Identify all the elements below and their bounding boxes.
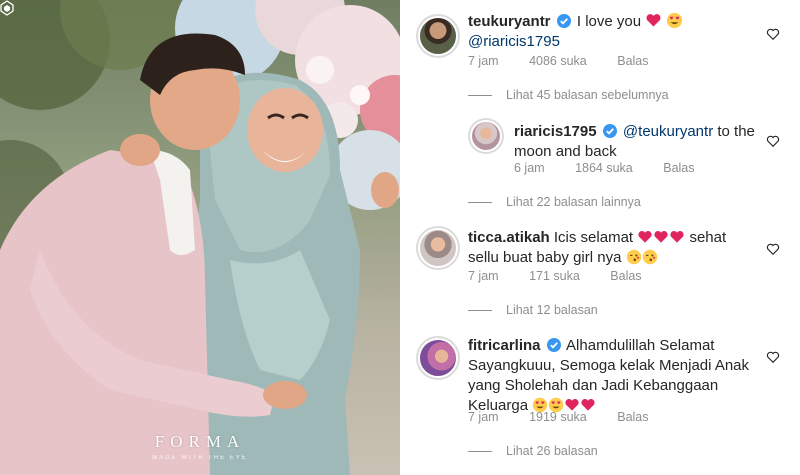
username-link[interactable]: riaricis1795 bbox=[514, 123, 597, 140]
like-count[interactable]: 1864 suka bbox=[575, 161, 633, 175]
comment-time: 7 jam bbox=[468, 410, 499, 424]
like-heart-icon[interactable] bbox=[766, 350, 780, 364]
reply-button[interactable]: Balas bbox=[610, 269, 641, 283]
avatar-ticca-atikah[interactable] bbox=[416, 226, 460, 270]
mention-link[interactable]: @teukuryantr bbox=[623, 123, 713, 140]
photo-watermark-subtitle: MADE WITH THE EYE bbox=[152, 455, 248, 461]
like-count[interactable]: 1919 suka bbox=[529, 410, 587, 424]
verified-badge-icon bbox=[602, 124, 617, 138]
comment-time: 7 jam bbox=[468, 269, 499, 283]
like-heart-icon[interactable] bbox=[766, 242, 780, 256]
reply-button[interactable]: Balas bbox=[617, 410, 648, 424]
username-link[interactable]: fitricarlina bbox=[468, 337, 541, 354]
comment-meta: 7 jam 171 suka Balas bbox=[468, 269, 669, 283]
comment-meta: 6 jam 1864 suka Balas bbox=[514, 161, 722, 175]
red-heart-emoji-icon bbox=[654, 230, 668, 243]
forma-logo-icon bbox=[0, 0, 14, 16]
comment-time: 6 jam bbox=[514, 161, 545, 175]
view-fitri-replies-link[interactable]: Lihat 26 balasan bbox=[468, 444, 598, 458]
comment-body: riaricis1795 @teukuryantr to the moon an… bbox=[514, 122, 784, 162]
red-heart-emoji-icon bbox=[638, 230, 652, 243]
comment-ticca-atikah: ticca.atikah Icis selamat sehat sellu bu… bbox=[400, 222, 800, 302]
like-heart-icon[interactable] bbox=[766, 134, 780, 148]
kiss-face-emoji-icon bbox=[642, 249, 657, 265]
verified-badge-icon bbox=[556, 14, 571, 28]
view-ticca-replies-link[interactable]: Lihat 12 balasan bbox=[468, 303, 598, 317]
like-heart-icon[interactable] bbox=[766, 27, 780, 41]
view-previous-replies-link[interactable]: Lihat 45 balasan sebelumnya bbox=[468, 88, 669, 102]
comment-meta: 7 jam 1919 suka Balas bbox=[468, 410, 676, 424]
avatar-fitricarlina[interactable] bbox=[416, 336, 460, 380]
comment-meta: 7 jam 4086 suka Balas bbox=[468, 54, 676, 68]
reply-button[interactable]: Balas bbox=[663, 161, 694, 175]
heart-eyes-emoji-icon bbox=[667, 12, 683, 29]
photo-watermark: FORMA bbox=[154, 432, 246, 451]
username-link[interactable]: teukuryantr bbox=[468, 13, 551, 30]
avatar-teukuryantr[interactable] bbox=[416, 14, 460, 58]
comment-body: teukuryantr I love you @riaricis1795 bbox=[468, 12, 758, 52]
reply-button[interactable]: Balas bbox=[617, 54, 648, 68]
comment-time: 7 jam bbox=[468, 54, 499, 68]
like-count[interactable]: 4086 suka bbox=[529, 54, 587, 68]
mention-link[interactable]: @riaricis1795 bbox=[468, 33, 560, 50]
comment-body: ticca.atikah Icis selamat sehat sellu bu… bbox=[468, 228, 758, 268]
comment-fitricarlina: fitricarlina Alhamdulillah Selamat Sayan… bbox=[400, 326, 800, 446]
couple-photo-illustration bbox=[0, 0, 400, 475]
comment-riaricis1795: riaricis1795 @teukuryantr to the moon an… bbox=[400, 110, 800, 200]
view-more-replies-link[interactable]: Lihat 22 balasan lainnya bbox=[468, 195, 641, 209]
like-count[interactable]: 171 suka bbox=[529, 269, 580, 283]
red-heart-emoji-icon bbox=[646, 14, 661, 27]
comments-panel: teukuryantr I love you @riaricis1795 7 j… bbox=[400, 0, 800, 475]
verified-badge-icon bbox=[546, 338, 561, 352]
kiss-face-emoji-icon bbox=[626, 249, 641, 265]
username-link[interactable]: ticca.atikah bbox=[468, 229, 550, 246]
comment-text: Icis selamat bbox=[553, 229, 634, 246]
avatar-riaricis1795[interactable] bbox=[468, 118, 504, 154]
red-heart-emoji-icon bbox=[670, 230, 684, 243]
comment-text: I love you bbox=[576, 13, 642, 30]
comment-body: fitricarlina Alhamdulillah Selamat Sayan… bbox=[468, 336, 758, 416]
post-photo: FORMA MADE WITH THE EYE bbox=[0, 0, 400, 475]
